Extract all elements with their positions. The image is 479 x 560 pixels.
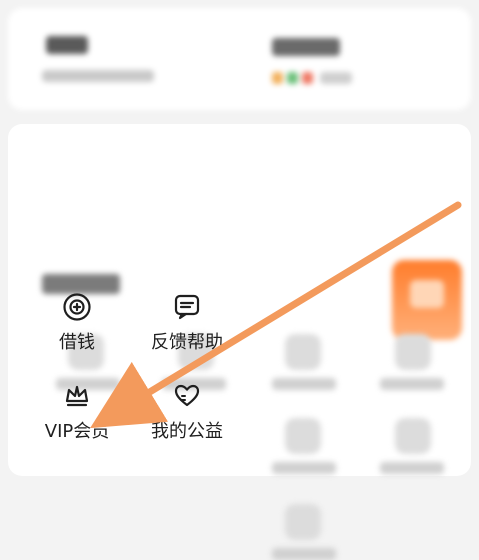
service-feedback[interactable]: 反馈帮助 xyxy=(141,292,233,354)
blurred-left-subtitle xyxy=(42,70,154,82)
blurred-section-title xyxy=(42,274,120,294)
blurred-chip xyxy=(287,72,298,84)
service-label: 借钱 xyxy=(59,332,95,353)
blurred-service-icon xyxy=(285,334,321,370)
service-borrow[interactable]: 借钱 xyxy=(31,292,123,354)
money-bag-icon xyxy=(62,292,92,322)
blurred-service-icon xyxy=(285,418,321,454)
blurred-service-icon xyxy=(395,418,431,454)
promo-inner xyxy=(410,280,444,308)
service-charity[interactable]: 我的公益 xyxy=(141,381,233,443)
blurred-service-label xyxy=(380,462,444,474)
blurred-chip xyxy=(272,72,283,84)
service-label: 我的公益 xyxy=(151,421,223,442)
feedback-icon xyxy=(172,292,202,322)
blurred-right-bar xyxy=(320,72,352,84)
blurred-chip-group xyxy=(272,72,313,84)
blurred-service-label xyxy=(272,378,336,390)
blurred-service-label xyxy=(272,548,336,560)
service-label: VIP会员 xyxy=(44,421,110,442)
service-vip[interactable]: VIP会员 xyxy=(31,381,123,443)
promo-banner[interactable] xyxy=(392,260,462,340)
blurred-service-icon xyxy=(285,504,321,540)
heart-icon xyxy=(172,381,202,411)
blurred-service-label xyxy=(380,378,444,390)
service-label: 反馈帮助 xyxy=(151,332,223,353)
blurred-service-icon xyxy=(395,334,431,370)
top-card xyxy=(8,8,471,110)
blurred-chip xyxy=(302,72,313,84)
crown-icon xyxy=(62,381,92,411)
blurred-service-label xyxy=(272,462,336,474)
blurred-right-title xyxy=(272,38,340,56)
blurred-left-title xyxy=(46,36,88,54)
